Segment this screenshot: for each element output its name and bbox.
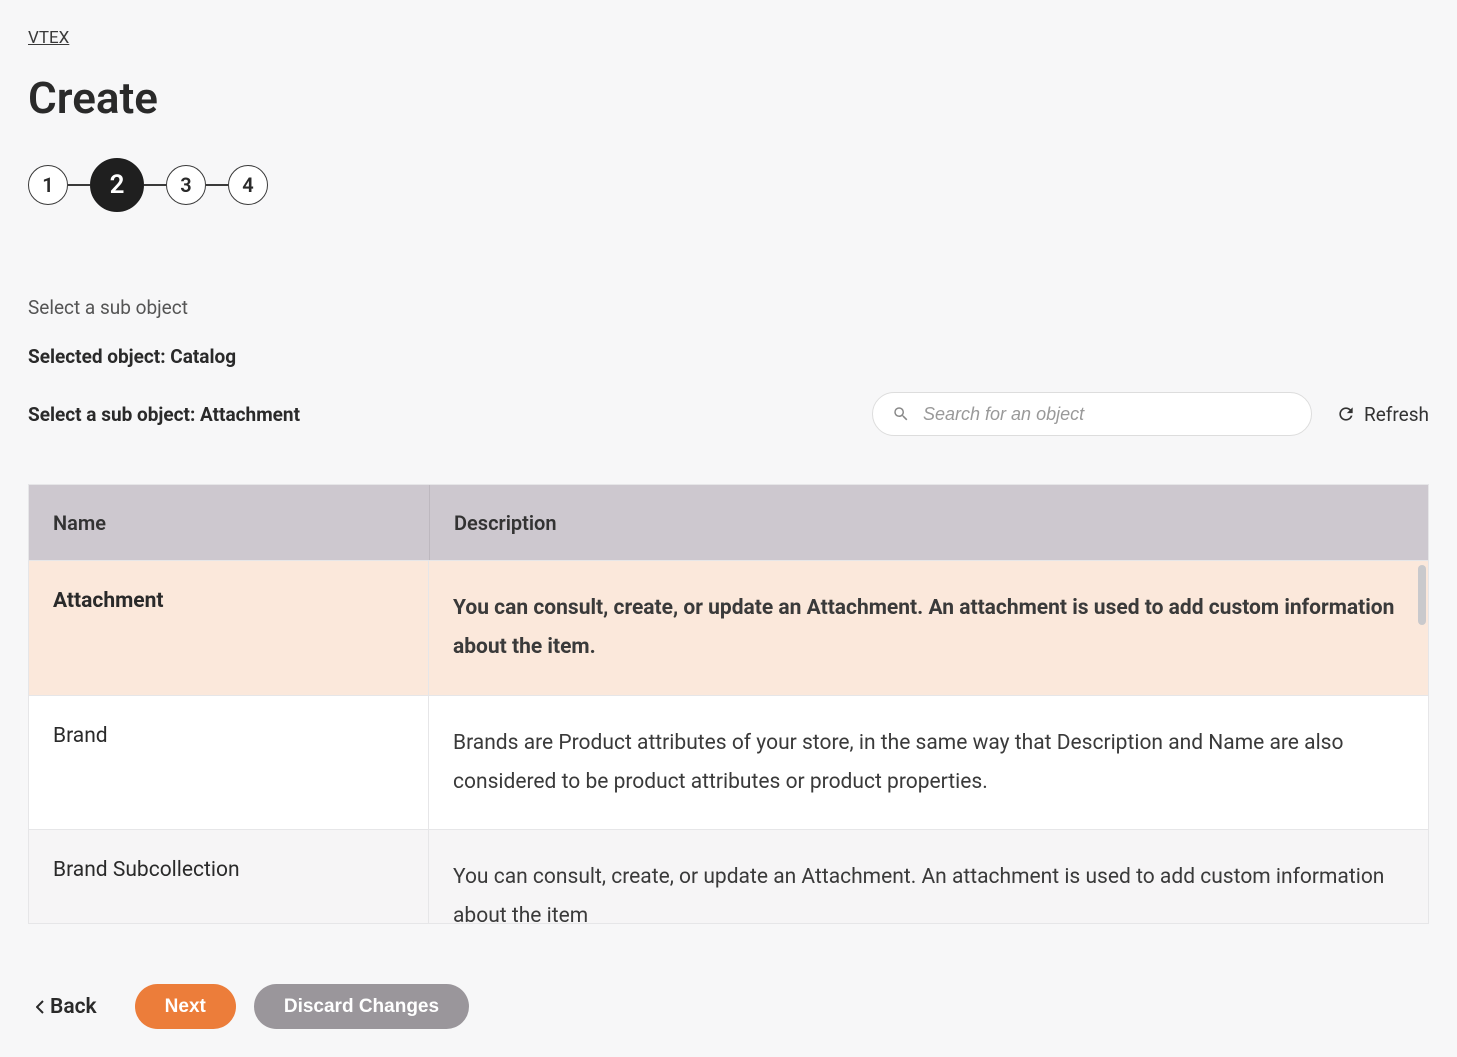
next-button[interactable]: Next [135, 984, 236, 1029]
row-name: Brand Subcollection [29, 830, 429, 924]
row-description: Brands are Product attributes of your st… [429, 696, 1428, 830]
step-connector [68, 184, 90, 186]
step-connector [144, 184, 166, 186]
table-row[interactable]: Brand Subcollection You can consult, cre… [29, 829, 1428, 924]
chevron-left-icon [36, 1000, 44, 1014]
sub-object-label: Select a sub object: Attachment [28, 403, 300, 426]
footer: Back Next Discard Changes [28, 984, 1429, 1029]
instruction-text: Select a sub object [28, 296, 1429, 319]
selected-object-label: Selected object: Catalog [28, 345, 1429, 368]
search-wrap [872, 392, 1312, 436]
header-name: Name [29, 511, 429, 535]
header-description: Description [429, 485, 1428, 560]
search-input[interactable] [872, 392, 1312, 436]
refresh-button[interactable]: Refresh [1336, 403, 1429, 426]
row-description: You can consult, create, or update an At… [429, 561, 1428, 695]
table-header: Name Description [29, 485, 1428, 560]
refresh-label: Refresh [1364, 403, 1429, 426]
table-row[interactable]: Brand Brands are Product attributes of y… [29, 695, 1428, 830]
scrollbar[interactable] [1418, 565, 1426, 625]
discard-button[interactable]: Discard Changes [254, 984, 469, 1029]
step-connector [206, 184, 228, 186]
back-button[interactable]: Back [36, 995, 97, 1019]
step-4[interactable]: 4 [228, 165, 268, 205]
back-label: Back [50, 995, 97, 1019]
stepper: 1 2 3 4 [28, 158, 1429, 212]
row-description: You can consult, create, or update an At… [429, 830, 1428, 924]
row-name: Brand [29, 696, 429, 830]
table-row[interactable]: Attachment You can consult, create, or u… [29, 560, 1428, 695]
breadcrumb-vtex[interactable]: VTEX [28, 28, 69, 48]
search-icon [892, 405, 910, 423]
page-title: Create [28, 72, 1429, 124]
refresh-icon [1336, 404, 1356, 424]
row-name: Attachment [29, 561, 429, 695]
step-2[interactable]: 2 [90, 158, 144, 212]
step-3[interactable]: 3 [166, 165, 206, 205]
step-1[interactable]: 1 [28, 165, 68, 205]
sub-object-table: Name Description Attachment You can cons… [28, 484, 1429, 924]
